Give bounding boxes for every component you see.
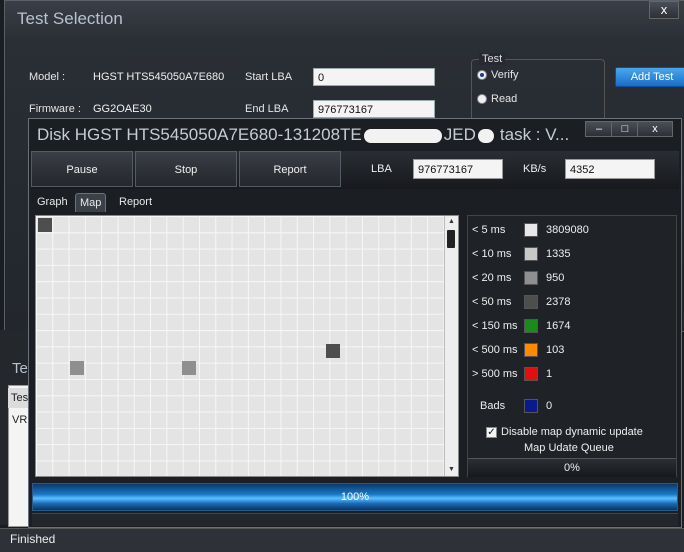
legend-label: < 150 ms: [472, 320, 518, 332]
close-button[interactable]: x: [637, 121, 673, 137]
toolbar: Pause Stop Report LBA 976773167 KB/s 435…: [31, 151, 679, 189]
firmware-label: Firmware :: [29, 103, 81, 115]
start-lba-input[interactable]: 0: [313, 68, 435, 86]
legend-swatch: [524, 399, 538, 413]
scroll-up-icon[interactable]: ▲: [445, 216, 458, 228]
progress-text: 100%: [340, 491, 370, 503]
stop-button[interactable]: Stop: [135, 151, 237, 187]
end-lba-input[interactable]: 976773167: [313, 100, 435, 118]
legend-label: < 500 ms: [472, 344, 518, 356]
map-scrollbar[interactable]: ▲ ▼: [444, 216, 458, 476]
legend-panel: < 5 ms 3809080 < 10 ms 1335 < 20 ms 950 …: [467, 215, 677, 477]
radio-read-label: Read: [491, 93, 518, 105]
legend-count: 1335: [546, 248, 571, 260]
legend-swatch: [524, 223, 538, 237]
progress-bar: 100%: [32, 483, 678, 511]
legend-swatch: [524, 367, 538, 381]
kbs-field: 4352: [565, 159, 655, 179]
disable-map-update-label: Disable map dynamic update: [501, 426, 643, 438]
radio-verify[interactable]: Verify: [477, 69, 519, 81]
legend-count: 950: [546, 272, 565, 284]
report-button[interactable]: Report: [239, 151, 341, 187]
disk-title-task: task : V...: [499, 125, 570, 144]
legend-label: > 500 ms: [472, 368, 518, 380]
test-list-row[interactable]: VR: [12, 414, 27, 426]
add-test-button[interactable]: Add Test: [615, 67, 684, 87]
legend-count: 3809080: [546, 224, 589, 236]
legend-label: < 10 ms: [472, 248, 512, 260]
checkmark-icon[interactable]: ✓: [486, 426, 497, 438]
map-grid: [36, 216, 444, 476]
end-lba-label: End LBA: [245, 103, 289, 115]
test-list-header: Tes: [8, 388, 30, 408]
disk-window: Disk HGST HTS545050A7E680-131208TE JED tas…: [28, 118, 682, 528]
disk-title-suffix: JED: [443, 125, 476, 144]
start-lba-label: Start LBA: [245, 71, 293, 83]
map-queue-value: 0%: [468, 458, 676, 477]
disk-title-text: Disk HGST HTS545050A7E680-131208TE: [37, 125, 362, 144]
map-queue-label: Map Udate Queue: [524, 442, 614, 454]
minimize-button[interactable]: –: [585, 121, 613, 137]
lba-field: 976773167: [413, 159, 503, 179]
maximize-button[interactable]: □: [611, 121, 639, 137]
legend-swatch: [524, 343, 538, 357]
bottom-strip: [32, 513, 678, 526]
lba-label: LBA: [371, 163, 392, 175]
status-bar: Finished: [0, 528, 684, 552]
model-value: HGST HTS545050A7E680: [93, 71, 225, 83]
model-label: Model :: [29, 71, 66, 83]
map-block: [326, 344, 340, 358]
disable-map-update-checkbox[interactable]: ✓ Disable map dynamic update: [486, 426, 643, 438]
pause-button[interactable]: Pause: [31, 151, 133, 187]
radio-read[interactable]: Read: [477, 93, 517, 105]
legend-count: 1: [546, 368, 553, 380]
redaction-mark: [477, 128, 494, 143]
kbs-label: KB/s: [523, 163, 547, 175]
surface-map: ▲ ▼: [35, 215, 459, 477]
tab-map[interactable]: Map: [75, 193, 107, 212]
radio-unselected-icon: [477, 94, 487, 104]
tab-report[interactable]: Report: [115, 193, 156, 211]
legend-label: < 20 ms: [472, 272, 512, 284]
radio-selected-icon: [477, 70, 487, 80]
close-button[interactable]: x: [649, 1, 679, 19]
legend-swatch: [524, 295, 538, 309]
scroll-down-icon[interactable]: ▼: [445, 464, 458, 476]
firmware-value: GG2OAE30: [93, 103, 152, 115]
map-block: [182, 361, 196, 375]
bads-count: 0: [546, 400, 553, 412]
map-block: [70, 361, 84, 375]
disk-window-title: Disk HGST HTS545050A7E680-131208TE JED tas…: [37, 125, 577, 145]
legend-swatch: [524, 271, 538, 285]
window-title: Test Selection: [17, 9, 123, 28]
redaction-mark: [363, 128, 442, 143]
legend-count: 103: [546, 344, 565, 356]
bads-label: Bads: [480, 400, 506, 412]
scroll-thumb[interactable]: [447, 230, 455, 248]
test-group-title: Test: [479, 53, 506, 65]
legend-swatch: [524, 319, 538, 333]
legend-count: 2378: [546, 296, 571, 308]
legend-count: 1674: [546, 320, 571, 332]
map-block: [38, 218, 52, 232]
legend-swatch: [524, 247, 538, 261]
tab-graph[interactable]: Graph: [33, 193, 72, 211]
legend-label: < 5 ms: [472, 224, 506, 236]
radio-verify-label: Verify: [491, 69, 519, 81]
lower-section-title: Te: [12, 360, 28, 377]
legend-label: < 50 ms: [472, 296, 512, 308]
